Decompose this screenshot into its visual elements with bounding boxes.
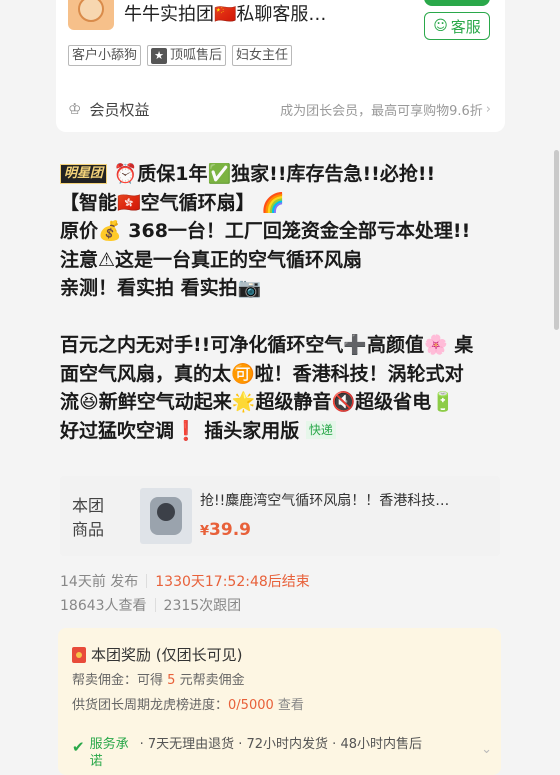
follow-button[interactable] [424, 0, 490, 6]
post-meta: 14天前 发布 1330天17:52:48后结束 [60, 571, 310, 591]
view-count: 18643人查看 [60, 598, 147, 614]
shop-tag: 妇女主任 [232, 45, 293, 66]
post-line: 好过猛吹空调❗ 插头家用版 [60, 419, 300, 442]
leaderboard-line: 供货团长周期龙虎榜进度：0/5000 查看 [72, 698, 304, 713]
service-label: 服务承诺 [89, 737, 129, 769]
chat-icon: ☺ [433, 18, 448, 34]
scrollbar[interactable] [554, 150, 559, 330]
post-line: 亲测！看实拍 看实拍📷 [60, 277, 262, 299]
member-benefits-label: 会员权益 [89, 100, 150, 119]
reward-box: 本团奖励 (仅团长可见) 帮卖佣金：可得 5 元帮卖佣金 供货团长周期龙虎榜进度… [58, 628, 501, 775]
post-line: 原价💰 368一台！工厂回笼资金全部亏本处理!! [60, 220, 471, 242]
star-icon: ★ [151, 48, 168, 64]
product-title: 抢!!麋鹿湾空气循环风扇！！香港科技… [200, 493, 450, 509]
express-tag: 快递 [305, 420, 336, 439]
chevron-down-icon: ⌄ [481, 742, 492, 757]
chevron-right-icon: › [485, 101, 491, 117]
post-line: 流😆新鲜空气动起来🌟超级静音🔇超级省电🔋 [60, 391, 455, 413]
post-content: 明星团 ⏰质保1年✅独家!!库存告急!!必抢!! 【智能🇭🇰空气循环扇】 🌈 原… [60, 160, 520, 445]
service-text: · 7天无理由退货 · 72小时内发货 · 48小时内售后 [139, 737, 422, 752]
customer-service-label: 客服 [450, 17, 481, 36]
shop-card: 牛牛实拍团🇨🇳私聊客服… ☺ 客服 客户小舔狗 ★ 顶呱售后 妇女主任 ♔ 会员权… [56, 0, 505, 132]
shop-avatar[interactable] [68, 0, 114, 30]
customer-service-button[interactable]: ☺ 客服 [424, 12, 490, 40]
post-stats: 18643人查看 2315次跟团 [60, 595, 241, 615]
post-line: 百元之内无对手!!可净化循环空气➕高颜值🌸 桌 [60, 334, 474, 356]
post-line: 【智能🇭🇰空气循环扇】 🌈 [60, 191, 285, 214]
crown-icon: ♔ [68, 100, 82, 118]
countdown: 1330天17:52:48后结束 [155, 574, 310, 590]
view-link[interactable]: 查看 [278, 698, 304, 713]
shop-tags: 客户小舔狗 ★ 顶呱售后 妇女主任 [68, 45, 293, 66]
commission-line: 帮卖佣金：可得 5 元帮卖佣金 [72, 673, 245, 688]
service-promise-row[interactable]: ✔ 服务承诺 · 7天无理由退货 · 72小时内发货 · 48小时内售后 ⌄ [72, 736, 492, 770]
product-card[interactable]: 本团商品 抢!!麋鹿湾空气循环风扇！！香港科技… ¥39.9 [60, 476, 500, 556]
follow-count: 2315次跟团 [163, 598, 242, 614]
product-section-label: 本团商品 [72, 496, 105, 539]
product-price: ¥39.9 [200, 520, 251, 540]
member-benefits-hint: 成为团长会员，最高可享购物9.6折 [280, 103, 483, 119]
reward-title: 本团奖励 (仅团长可见) [72, 644, 242, 665]
post-time: 14天前 发布 [60, 574, 139, 590]
product-thumbnail [140, 488, 192, 544]
member-benefits-row[interactable]: ♔ 会员权益 成为团长会员，最高可享购物9.6折 › [68, 98, 491, 120]
post-line: 注意⚠这是一台真正的空气循环风扇 [60, 248, 363, 271]
post-line: 面空气风扇，真的太🉑啦！香港科技！涡轮式对 [60, 362, 464, 385]
shop-name[interactable]: 牛牛实拍团🇨🇳私聊客服… [124, 0, 326, 26]
post-line: ⏰质保1年✅独家!!库存告急!!必抢!! [113, 163, 436, 185]
shop-tag: 客户小舔狗 [68, 45, 142, 66]
brand-logo: 明星团 [60, 164, 108, 184]
shop-tag: ★ 顶呱售后 [147, 45, 227, 66]
red-envelope-icon [72, 646, 86, 663]
shield-check-icon: ✔ [72, 738, 85, 756]
